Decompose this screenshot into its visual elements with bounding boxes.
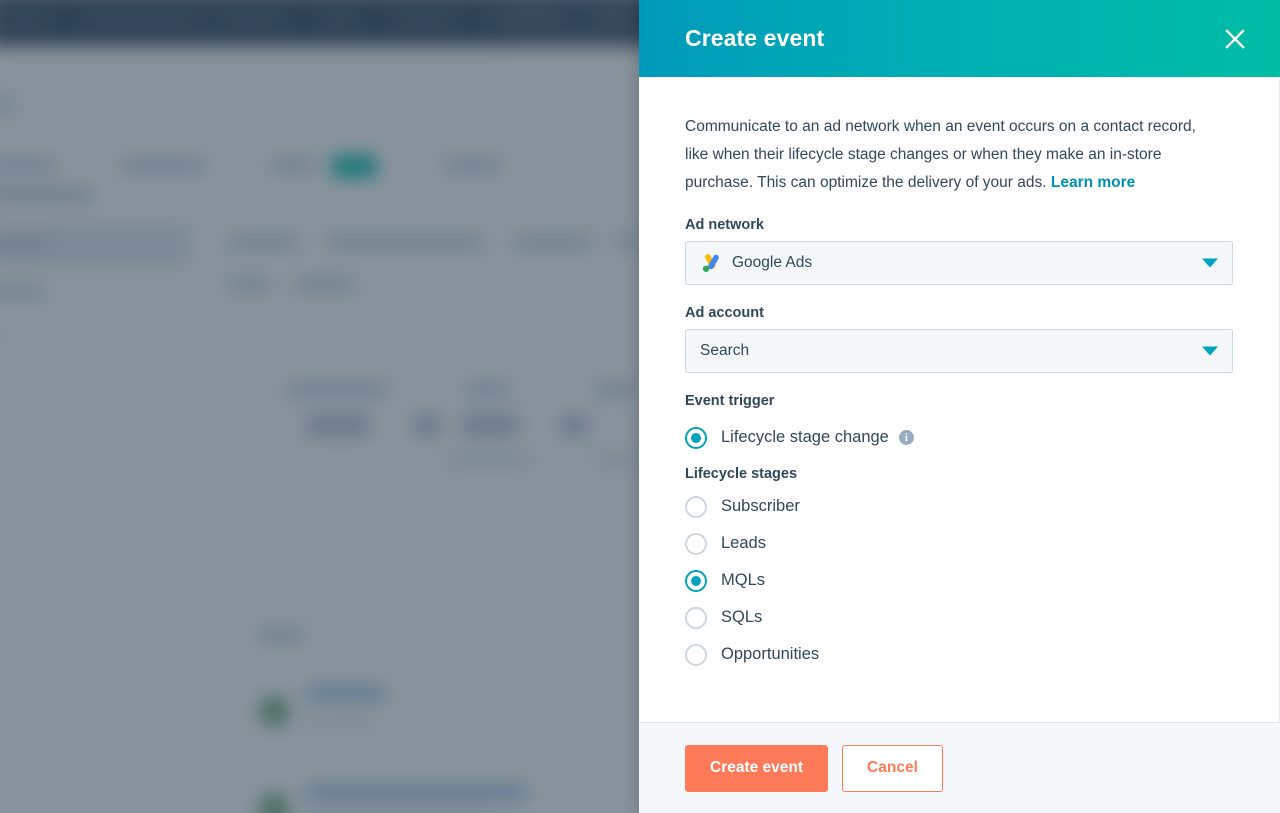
modal-header: Create event: [639, 0, 1280, 77]
radio-label: Opportunities: [721, 645, 820, 663]
create-event-modal: Create event Communicate to an ad networ…: [639, 0, 1280, 813]
radio-indicator: [685, 532, 707, 555]
radio-lifecycle-stage-change[interactable]: Lifecycle stage change i: [685, 419, 1233, 456]
ad-network-select[interactable]: Google Ads: [685, 241, 1233, 285]
modal-description: Communicate to an ad network when an eve…: [685, 113, 1210, 197]
ad-account-label: Ad account: [685, 305, 764, 321]
chevron-down-icon: [1202, 258, 1218, 268]
radio-indicator: [685, 569, 707, 592]
radio-label: SQLs: [721, 608, 763, 626]
radio-label: MQLs: [721, 571, 766, 589]
cancel-button[interactable]: Cancel: [842, 744, 943, 792]
ad-account-value: Search: [700, 342, 750, 359]
radio-indicator: [685, 606, 707, 629]
radio-stage-leads[interactable]: Leads: [685, 525, 1233, 562]
info-icon[interactable]: i: [898, 430, 914, 445]
ad-network-label: Ad network: [685, 217, 764, 233]
radio-stage-subscriber[interactable]: Subscriber: [685, 488, 1233, 525]
modal-footer: Create event Cancel: [639, 722, 1280, 813]
modal-title: Create event: [685, 25, 825, 51]
radio-indicator: [685, 426, 707, 449]
ad-network-value: Google Ads: [732, 254, 813, 271]
radio-indicator: [685, 643, 707, 666]
google-ads-icon: [702, 254, 719, 272]
modal-body: Communicate to an ad network when an eve…: [639, 77, 1280, 722]
create-event-button[interactable]: Create event: [685, 744, 829, 792]
radio-stage-opportunities[interactable]: Opportunities: [685, 636, 1233, 673]
radio-label: Subscriber: [721, 497, 800, 515]
ad-account-select[interactable]: Search: [685, 329, 1233, 373]
radio-stage-mqls[interactable]: MQLs: [685, 562, 1233, 599]
radio-stage-sqls[interactable]: SQLs: [685, 599, 1233, 636]
radio-indicator: [685, 495, 707, 518]
radio-label: Lifecycle stage change: [721, 428, 889, 446]
learn-more-link[interactable]: Learn more: [1051, 174, 1135, 191]
radio-label: Leads: [721, 534, 766, 552]
close-icon-glyph: [1225, 29, 1245, 49]
close-icon[interactable]: [1214, 18, 1256, 60]
lifecycle-stages-label: Lifecycle stages: [685, 466, 798, 482]
chevron-down-icon: [1202, 346, 1218, 356]
event-trigger-label: Event trigger: [685, 393, 775, 409]
